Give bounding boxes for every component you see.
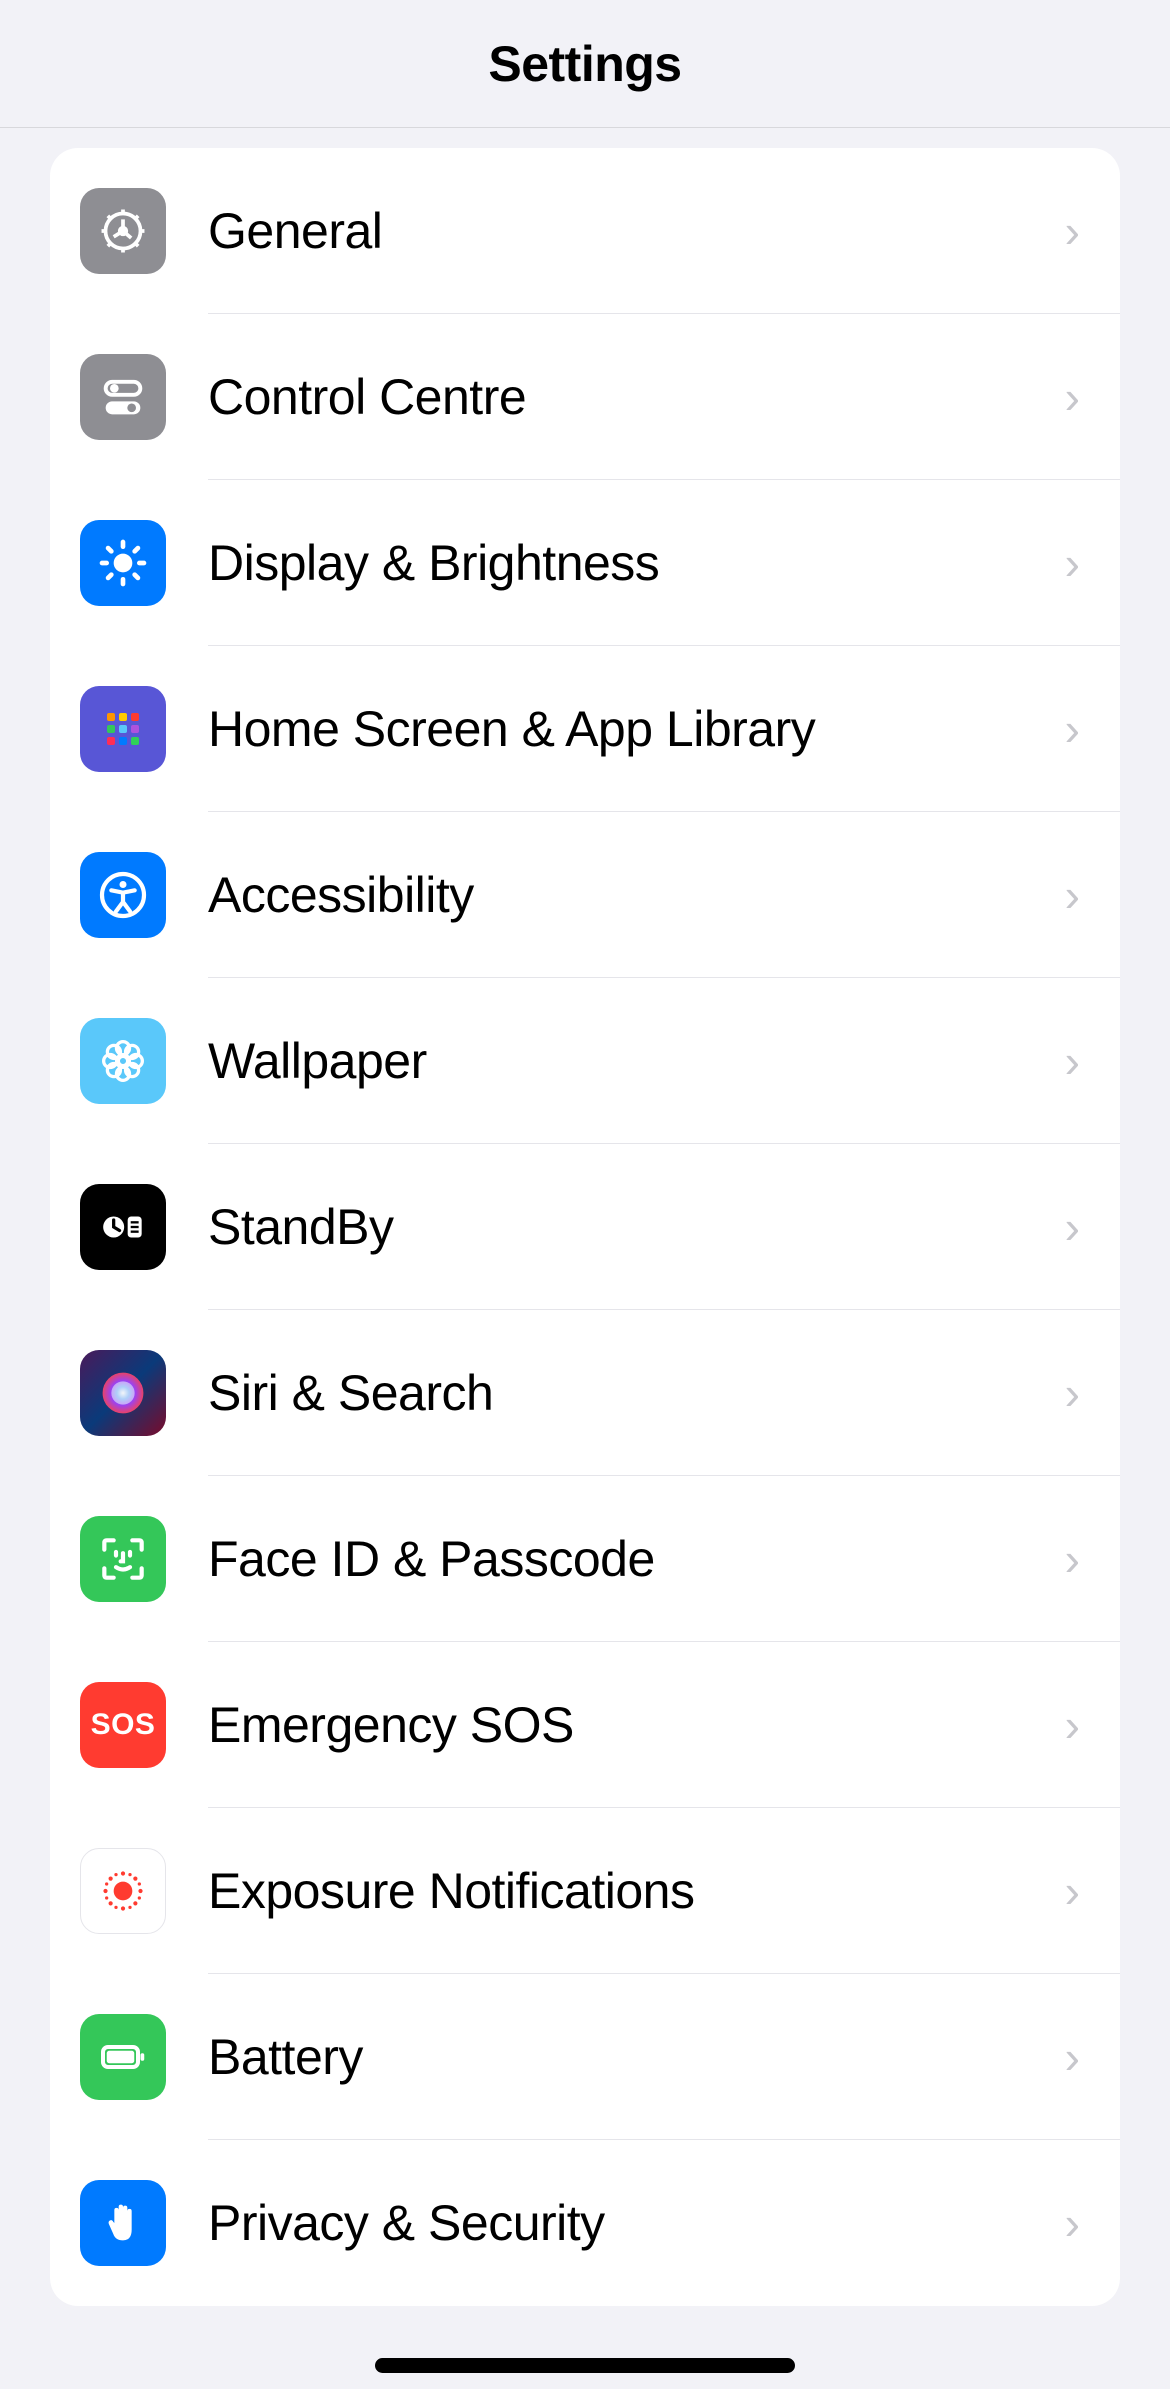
settings-item-control-centre[interactable]: Control Centre › [50,314,1120,480]
page-title: Settings [488,35,681,93]
hand-icon [80,2180,166,2266]
settings-item-privacy-security[interactable]: Privacy & Security › [50,2140,1120,2306]
settings-item-face-id[interactable]: Face ID & Passcode › [50,1476,1120,1642]
chevron-right-icon: › [1065,204,1080,258]
item-label: Display & Brightness [208,534,1065,592]
chevron-right-icon: › [1065,868,1080,922]
chevron-right-icon: › [1065,2030,1080,2084]
item-label: Battery [208,2028,1065,2086]
siri-icon [80,1350,166,1436]
chevron-right-icon: › [1065,370,1080,424]
chevron-right-icon: › [1065,702,1080,756]
item-label: Accessibility [208,866,1065,924]
brightness-icon [80,520,166,606]
battery-icon [80,2014,166,2100]
face-id-icon [80,1516,166,1602]
settings-item-battery[interactable]: Battery › [50,1974,1120,2140]
item-label: Face ID & Passcode [208,1530,1065,1588]
home-indicator[interactable] [375,2358,795,2373]
accessibility-icon [80,852,166,938]
sos-icon: SOS [80,1682,166,1768]
chevron-right-icon: › [1065,1864,1080,1918]
chevron-right-icon: › [1065,1034,1080,1088]
header: Settings [0,0,1170,128]
settings-item-standby[interactable]: StandBy › [50,1144,1120,1310]
settings-item-display-brightness[interactable]: Display & Brightness › [50,480,1120,646]
chevron-right-icon: › [1065,1532,1080,1586]
settings-item-home-screen[interactable]: Home Screen & App Library › [50,646,1120,812]
chevron-right-icon: › [1065,1200,1080,1254]
gear-icon [80,188,166,274]
chevron-right-icon: › [1065,1698,1080,1752]
item-label: Exposure Notifications [208,1862,1065,1920]
item-label: General [208,202,1065,260]
settings-item-accessibility[interactable]: Accessibility › [50,812,1120,978]
settings-item-wallpaper[interactable]: Wallpaper › [50,978,1120,1144]
settings-item-siri-search[interactable]: Siri & Search › [50,1310,1120,1476]
app-grid-icon [80,686,166,772]
item-label: Wallpaper [208,1032,1065,1090]
settings-item-emergency-sos[interactable]: SOS Emergency SOS › [50,1642,1120,1808]
exposure-icon [80,1848,166,1934]
chevron-right-icon: › [1065,2196,1080,2250]
switches-icon [80,354,166,440]
settings-item-general[interactable]: General › [50,148,1120,314]
chevron-right-icon: › [1065,536,1080,590]
item-label: Control Centre [208,368,1065,426]
item-label: Siri & Search [208,1364,1065,1422]
item-label: StandBy [208,1198,1065,1256]
standby-icon [80,1184,166,1270]
flower-icon [80,1018,166,1104]
settings-list: General › Control Centre › [50,148,1120,2306]
settings-item-exposure-notifications[interactable]: Exposure Notifications › [50,1808,1120,1974]
item-label: Home Screen & App Library [208,700,1065,758]
chevron-right-icon: › [1065,1366,1080,1420]
item-label: Emergency SOS [208,1696,1065,1754]
item-label: Privacy & Security [208,2194,1065,2252]
